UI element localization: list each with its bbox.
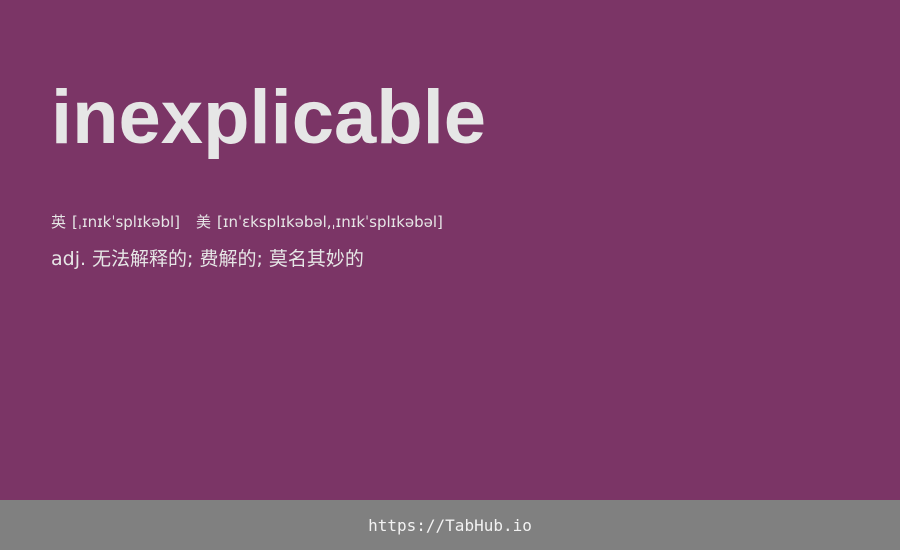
definition-text: 无法解释的; 费解的; 莫名其妙的: [92, 248, 364, 270]
footer-bar: https://TabHub.io: [0, 500, 900, 550]
phonetics-row: 英 [ˌɪnɪkˈsplɪkəbl] 美 [ɪnˈɛksplɪkəbəl,ˌɪnɪkˈ…: [51, 212, 443, 232]
tabhub-link[interactable]: https://TabHub.io: [368, 516, 532, 535]
us-label: 美: [196, 213, 212, 231]
uk-phonetic: [ˌɪnɪkˈsplɪkəbl]: [72, 213, 180, 231]
definition-row: adj. 无法解释的; 费解的; 莫名其妙的: [51, 245, 364, 273]
part-of-speech: adj.: [51, 248, 87, 270]
uk-label: 英: [51, 213, 67, 231]
headword: inexplicable: [51, 75, 487, 160]
us-phonetic: [ɪnˈɛksplɪkəbəl,ˌɪnɪkˈsplɪkəbəl]: [217, 213, 443, 231]
